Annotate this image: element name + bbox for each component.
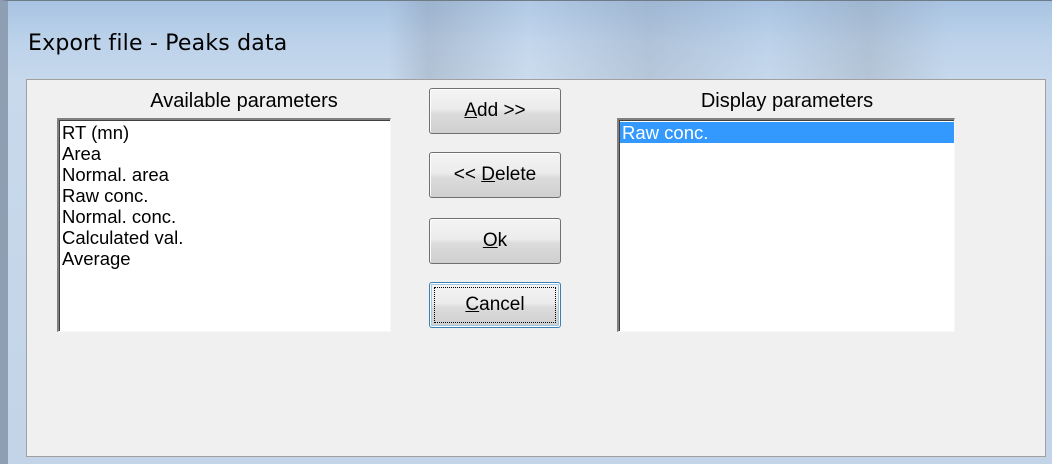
available-parameters-label: Available parameters [150,90,338,112]
delete-button[interactable]: << Delete [429,152,561,198]
ok-button-label: k [497,230,508,251]
ok-button[interactable]: Ok [429,218,561,264]
available-list-item[interactable]: Calculated val. [62,227,390,248]
add-button[interactable]: Add >> [429,88,561,134]
focus-rectangle [434,287,556,323]
add-button-label: dd >> [477,100,526,121]
title-bar[interactable]: Export file - Peaks data [8,1,1052,79]
delete-button-mnemonic: D [481,164,495,185]
available-list-item[interactable]: Normal. conc. [62,206,390,227]
available-list-item[interactable]: Area [62,143,390,164]
window-title: Export file - Peaks data [28,31,288,56]
add-button-mnemonic: A [464,100,478,121]
available-parameters-listbox[interactable]: RT (mn) Area Normal. area Raw conc. Normal. … [57,118,391,332]
display-parameters-label: Display parameters [700,90,874,112]
delete-button-label: elete [495,164,537,185]
available-list-item[interactable]: RT (mn) [62,122,390,143]
display-list-item[interactable]: Raw conc. [620,122,954,143]
cancel-button[interactable]: Cancel [429,282,561,328]
available-list-item[interactable]: Normal. area [62,164,390,185]
ok-button-mnemonic: O [482,230,498,251]
display-parameters-listbox[interactable]: Raw conc. [617,118,955,332]
available-list-item[interactable]: Average [62,248,390,269]
delete-button-prefix: << [453,164,482,185]
dialog-client-area: Available parameters RT (mn) Area Normal. … [26,79,1046,457]
export-dialog-window: Export file - Peaks data Available param… [0,0,1052,464]
available-list-item[interactable]: Raw conc. [62,185,390,206]
